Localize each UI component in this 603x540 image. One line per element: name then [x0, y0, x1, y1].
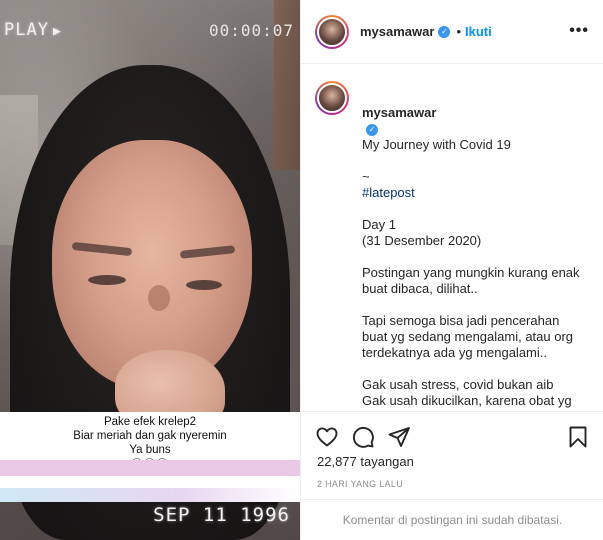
vhs-glitch-gap — [0, 476, 300, 488]
follow-button[interactable]: Ikuti — [465, 24, 492, 39]
avatar-image — [317, 83, 347, 113]
vhs-glitch-stripe — [0, 488, 300, 502]
avatar[interactable] — [315, 14, 349, 49]
caption-comment: mysamawar ✓ My Journey with Covid 19 ~ #… — [315, 81, 590, 411]
caption-tilde: ~ — [362, 169, 370, 184]
vhs-date-stamp: SEP 11 1996 — [153, 504, 290, 526]
post-video[interactable]: PLAY ▶ 00:00:07 Pake efek krelep2 Biar me… — [0, 0, 300, 540]
share-icon[interactable] — [387, 425, 411, 449]
vhs-play-label: PLAY — [4, 20, 49, 40]
video-person-eye-right — [186, 280, 222, 290]
post-actions: 22,877 tayangan 2 HARI YANG LALU — [301, 411, 603, 499]
play-icon: ▶ — [52, 24, 62, 39]
post-timestamp[interactable]: 2 HARI YANG LALU — [301, 479, 603, 489]
caption-paragraph: Postingan yang mungkin kurang enak buat … — [362, 265, 580, 296]
comment-icon[interactable] — [351, 425, 375, 449]
comments-disabled-notice: Komentar di postingan ini sudah dibatasi… — [301, 499, 603, 540]
avatar-image — [317, 16, 347, 47]
hashtag-link[interactable]: #latepost — [362, 185, 582, 201]
vhs-play-indicator: PLAY ▶ — [4, 20, 62, 40]
video-caption-line: Biar meriah dan gak nyeremin — [73, 430, 227, 442]
caption-text: mysamawar ✓ My Journey with Covid 19 ~ #… — [362, 81, 582, 411]
video-caption-box: Pake efek krelep2 Biar meriah dan gak ny… — [0, 412, 300, 469]
view-count[interactable]: 22,877 tayangan — [301, 454, 603, 469]
vhs-timecode: 00:00:07 — [208, 21, 294, 40]
caption-day: Day 1 — [362, 217, 396, 232]
post-caption-area[interactable]: mysamawar ✓ My Journey with Covid 19 ~ #… — [301, 65, 603, 411]
video-caption-line: Ya buns — [129, 444, 171, 456]
caption-title: My Journey with Covid 19 — [362, 137, 511, 152]
post-panel: mysamawar ✓ • Ikuti ••• mysamawar ✓ My J… — [300, 0, 603, 540]
verified-badge-icon: ✓ — [366, 123, 378, 136]
caption-paragraph: Gak usah stress, covid bukan aib Gak usa… — [362, 377, 572, 411]
verified-badge-icon: ✓ — [438, 25, 451, 38]
header-separator: • — [456, 24, 462, 39]
video-person-nose — [148, 285, 170, 311]
heart-icon[interactable] — [315, 425, 339, 449]
video-caption-line: Pake efek krelep2 — [103, 416, 197, 428]
video-person-eye-left — [88, 275, 126, 285]
more-options-icon[interactable]: ••• — [569, 22, 589, 40]
bookmark-icon[interactable] — [566, 425, 590, 449]
post-header: mysamawar ✓ • Ikuti ••• — [301, 0, 603, 64]
action-icons — [301, 412, 603, 452]
caption-avatar[interactable] — [315, 81, 349, 115]
vhs-glitch-stripe — [0, 460, 300, 476]
header-username[interactable]: mysamawar — [360, 24, 434, 39]
caption-paragraph: Tapi semoga bisa jadi pencerahan buat yg… — [362, 313, 574, 360]
caption-username[interactable]: mysamawar — [362, 105, 436, 120]
caption-date: (31 Desember 2020) — [362, 233, 482, 248]
